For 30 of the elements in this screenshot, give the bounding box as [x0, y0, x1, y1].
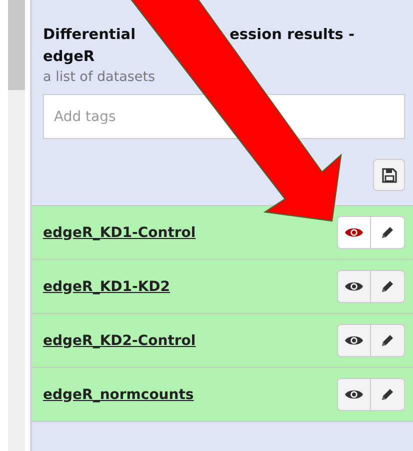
collection-subtitle: a list of datasets	[43, 68, 156, 86]
dataset-row[interactable]: edgeR_KD1-KD2	[32, 259, 413, 313]
pencil-icon	[380, 333, 395, 348]
view-button[interactable]	[337, 216, 371, 249]
edit-button[interactable]	[371, 270, 405, 303]
collection-title: ession results -	[230, 26, 354, 45]
edit-button[interactable]	[371, 378, 405, 411]
dataset-row[interactable]: edgeR_KD2-Control	[32, 313, 413, 367]
eye-icon	[344, 226, 364, 239]
dataset-name-link[interactable]: edgeR_normcounts	[43, 386, 194, 402]
view-button[interactable]	[337, 270, 371, 303]
edit-button[interactable]	[371, 324, 405, 357]
dataset-row[interactable]: edgeR_KD1-Control	[32, 205, 413, 259]
view-button[interactable]	[337, 378, 371, 411]
pencil-icon	[380, 225, 395, 240]
collection-title: Differential	[43, 26, 136, 45]
eye-icon	[344, 388, 364, 401]
save-button[interactable]	[373, 159, 405, 191]
view-button[interactable]	[337, 324, 371, 357]
dataset-name-link[interactable]: edgeR_KD2-Control	[43, 332, 196, 348]
eye-icon	[344, 334, 364, 347]
dataset-row[interactable]: edgeR_normcounts	[32, 367, 413, 421]
dataset-name-link[interactable]: edgeR_KD1-KD2	[43, 278, 170, 294]
edit-button[interactable]	[371, 216, 405, 249]
pencil-icon	[380, 279, 395, 294]
scrollbar[interactable]	[8, 0, 25, 451]
collection-title: edgeR	[43, 48, 95, 67]
dataset-name-link[interactable]: edgeR_KD1-Control	[43, 224, 196, 240]
eye-icon	[344, 280, 364, 293]
pencil-icon	[380, 387, 395, 402]
